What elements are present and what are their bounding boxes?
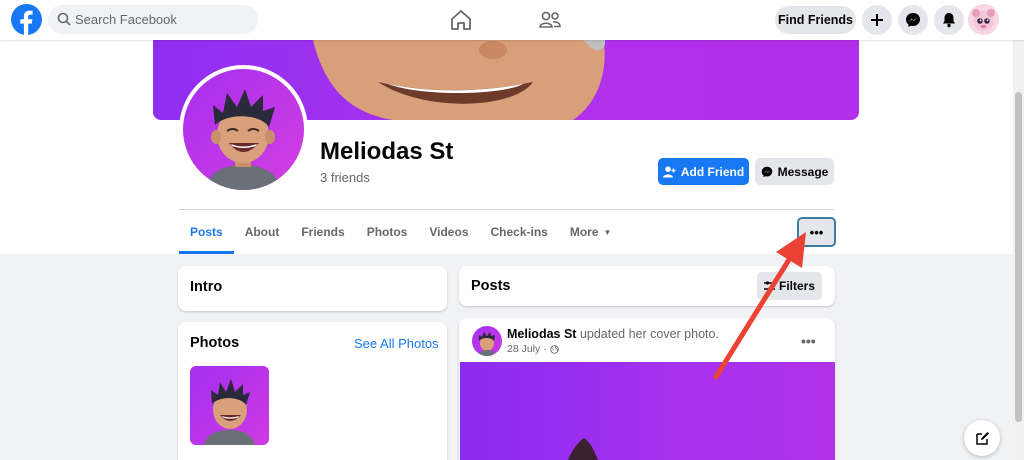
compose-icon [975, 431, 989, 445]
find-friends-button[interactable]: Find Friends [775, 6, 856, 34]
tab-more[interactable]: More ▼ [559, 210, 623, 254]
posts-title: Posts [471, 278, 511, 294]
photos-title: Photos [190, 335, 240, 351]
message-label: Message [777, 164, 829, 179]
scrollbar-thumb[interactable] [1015, 92, 1022, 422]
tab-label: More [569, 225, 599, 239]
more-options-button[interactable]: ••• [797, 217, 836, 247]
add-friend-button[interactable]: Add Friend [658, 158, 749, 185]
post-meta: 28 July · [507, 343, 559, 355]
messenger-icon [906, 13, 920, 27]
post-author-name[interactable]: Meliodas St [507, 327, 576, 341]
tab-label: Posts [190, 225, 223, 239]
add-friend-label: Add Friend [680, 164, 745, 179]
profile-header: Meliodas St 3 friends Add Friend Message… [0, 40, 1024, 254]
see-all-photos-link[interactable]: See All Photos [354, 336, 439, 351]
page-scrollbar[interactable] [1013, 40, 1024, 460]
account-avatar[interactable] [968, 4, 999, 35]
new-message-button[interactable] [964, 420, 1000, 456]
post-image[interactable] [460, 362, 835, 460]
messenger-icon [761, 166, 772, 177]
filters-label: Filters [778, 279, 815, 293]
tab-about[interactable]: About [234, 210, 291, 254]
search-bar[interactable] [48, 5, 258, 34]
post-date[interactable]: 28 July · [507, 343, 547, 355]
caret-down-icon: ▼ [603, 227, 612, 237]
home-icon[interactable] [448, 7, 474, 33]
post-action: updated her cover photo. [576, 327, 719, 341]
tab-label: Videos [429, 225, 469, 239]
post-author-avatar[interactable] [472, 326, 502, 356]
tab-label: Check-ins [490, 225, 548, 239]
tab-label: Photos [366, 225, 408, 239]
profile-tabs: Posts About Friends Photos Videos Check-… [179, 210, 622, 254]
tab-label: About [244, 225, 280, 239]
add-friend-icon [662, 165, 676, 177]
notifications-button[interactable] [934, 5, 964, 35]
profile-picture[interactable] [179, 65, 308, 194]
facebook-logo[interactable] [11, 4, 42, 35]
plus-icon [871, 14, 883, 26]
profile-name: Meliodas St [320, 138, 454, 165]
tab-posts[interactable]: Posts [179, 210, 234, 254]
create-button[interactable] [862, 5, 892, 35]
message-button[interactable]: Message [755, 158, 834, 185]
tab-videos[interactable]: Videos [418, 210, 479, 254]
post-menu-button[interactable]: ••• [801, 333, 816, 349]
filters-icon [763, 281, 775, 291]
photo-thumbnail[interactable] [190, 366, 269, 445]
search-icon [57, 12, 71, 26]
messenger-button[interactable] [898, 5, 928, 35]
post-headline: Meliodas St updated her cover photo. [507, 327, 719, 341]
notifications-icon [943, 13, 955, 28]
search-input[interactable] [75, 5, 250, 34]
top-navigation-bar: Find Friends [0, 0, 1024, 40]
tab-photos[interactable]: Photos [356, 210, 419, 254]
tab-friends[interactable]: Friends [290, 210, 355, 254]
tab-check-ins[interactable]: Check-ins [480, 210, 559, 254]
filters-button[interactable]: Filters [757, 272, 822, 300]
friends-icon[interactable] [537, 7, 563, 33]
friends-count[interactable]: 3 friends [320, 170, 370, 185]
public-audience-icon [549, 344, 559, 354]
tab-label: Friends [301, 225, 345, 239]
intro-title: Intro [190, 279, 223, 295]
